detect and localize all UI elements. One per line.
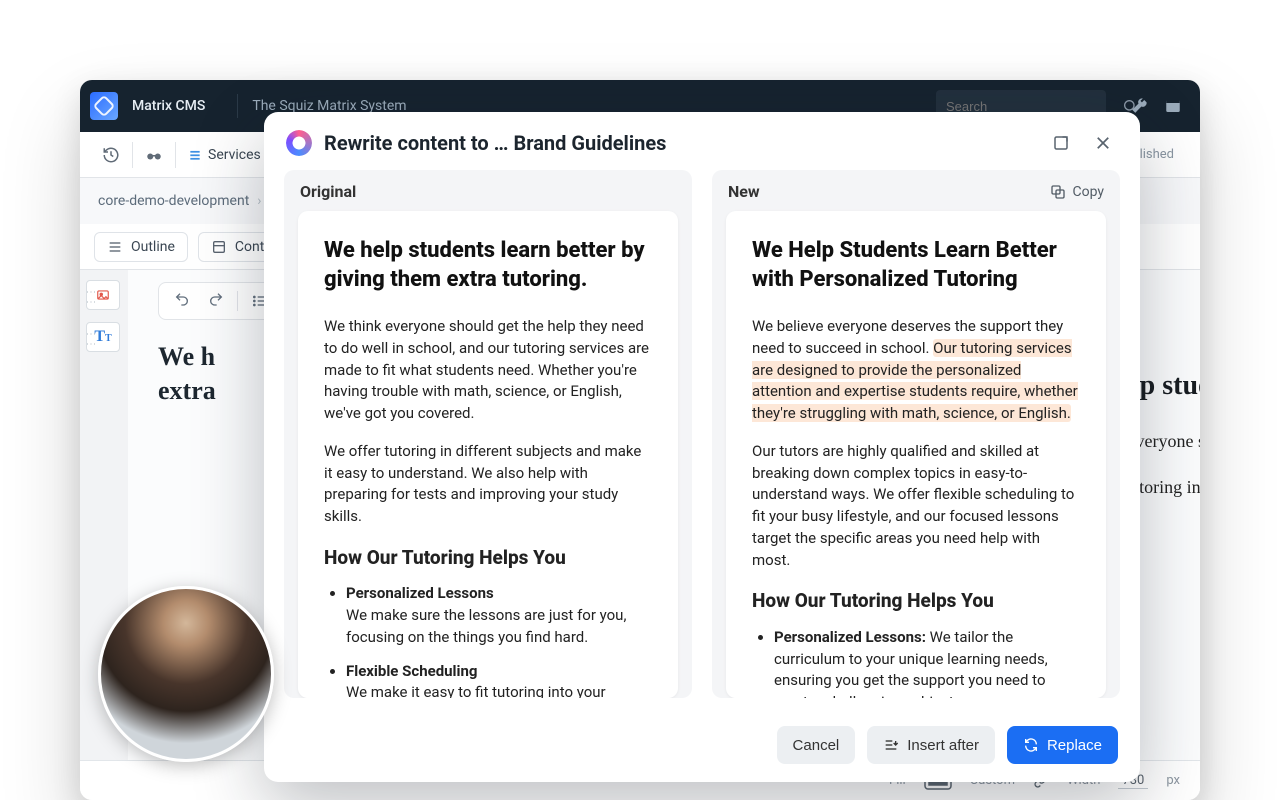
subheading: How Our Tutoring Helps You [752, 587, 1080, 615]
panel-icon[interactable] [1162, 95, 1184, 117]
insert-after-icon [883, 737, 899, 753]
list-item: Flexible SchedulingWe make it easy to fi… [346, 661, 652, 698]
modal-header: Rewrite content to … Brand Guidelines [264, 112, 1140, 170]
heading-partial-left: We h [158, 340, 216, 374]
modal-title: Rewrite content to … Brand Guidelines [324, 131, 666, 155]
outline-label: Outline [131, 239, 175, 255]
heading-partial-left2: extra [158, 374, 216, 408]
subheading: How Our Tutoring Helps You [324, 544, 652, 572]
close-button[interactable] [1088, 128, 1118, 158]
modal-footer: Cancel Insert after Replace [264, 712, 1140, 782]
list-item: Personalized LessonsWe make sure the les… [346, 583, 652, 648]
new-panel: New Copy We Help Students Learn Better w… [712, 170, 1120, 698]
new-content[interactable]: We Help Students Learn Better with Perso… [726, 211, 1106, 698]
undo-button[interactable] [169, 289, 195, 313]
rewrite-modal: Rewrite content to … Brand Guidelines Or… [264, 112, 1140, 782]
paragraph: Our tutors are highly qualified and skil… [752, 441, 1080, 572]
paragraph: We believe everyone deserves the support… [752, 316, 1080, 425]
copy-label: Copy [1072, 184, 1104, 200]
list-item: Personalized Lessons: We tailor the curr… [774, 627, 1080, 698]
chevron-right-icon: › [257, 193, 261, 209]
replace-icon [1023, 737, 1039, 753]
copy-button[interactable]: Copy [1050, 184, 1104, 200]
drag-grip-icon: ⋮⋮ [85, 287, 96, 307]
app-logo-icon [90, 92, 118, 120]
cancel-button[interactable]: Cancel [777, 726, 856, 764]
new-label: New [728, 182, 760, 201]
ai-sparkle-icon [286, 130, 312, 156]
redo-button[interactable] [203, 289, 229, 313]
services-label: Services [208, 147, 261, 163]
presenter-avatar [98, 586, 274, 762]
image-block-slot[interactable]: ⋮⋮ [86, 280, 120, 310]
original-panel: Original We help students learn better b… [284, 170, 692, 698]
vertical-divider [237, 94, 238, 118]
expand-button[interactable] [1046, 128, 1076, 158]
insert-after-button[interactable]: Insert after [867, 726, 995, 764]
binoculars-button[interactable] [133, 132, 175, 177]
drag-grip-icon: ⋮⋮ [85, 329, 96, 349]
app-brand: Matrix CMS [132, 98, 205, 114]
history-button[interactable] [90, 132, 132, 177]
paragraph: We think everyone should get the help th… [324, 316, 652, 425]
breadcrumb-item[interactable]: core-demo-development [98, 193, 249, 209]
replace-button[interactable]: Replace [1007, 726, 1118, 764]
original-content[interactable]: We help students learn better by giving … [298, 211, 678, 698]
compare-panels: Original We help students learn better b… [264, 170, 1140, 712]
new-heading: We Help Students Learn Better with Perso… [752, 237, 1080, 294]
original-heading: We help students learn better by giving … [324, 237, 652, 294]
width-unit: px [1166, 773, 1180, 788]
paragraph: We offer tutoring in different subjects … [324, 441, 652, 528]
outline-button[interactable]: Outline [94, 232, 188, 262]
text-block-slot[interactable]: ⋮⋮ TT [86, 322, 120, 352]
original-label: Original [300, 182, 356, 201]
